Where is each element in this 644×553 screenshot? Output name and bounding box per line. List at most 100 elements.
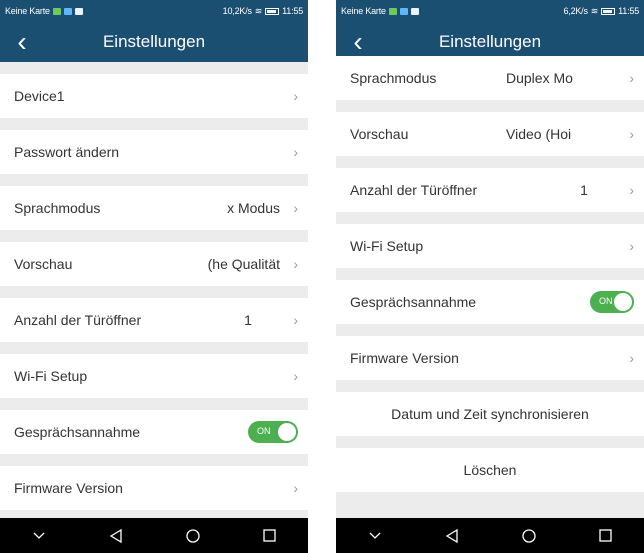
call-answer-toggle[interactable]: ON — [590, 291, 634, 313]
chevron-left-icon: ‹ — [353, 26, 363, 57]
wifi-setup-label: Wi-Fi Setup — [350, 238, 424, 254]
preview-value: he Qualität) — [207, 256, 280, 272]
door-opener-count-row[interactable]: Anzahl der Türöffner 1 › — [336, 168, 644, 212]
sync-datetime-label: Datum und Zeit synchronisieren — [391, 406, 589, 422]
door-opener-count-label: Anzahl der Türöffner — [14, 312, 142, 328]
battery-icon — [265, 7, 280, 15]
clock: 11:55 — [618, 6, 639, 16]
system-nav-bar — [336, 518, 644, 553]
call-answer-row: Gesprächsannahme ON — [336, 280, 644, 324]
app-icon — [63, 7, 72, 15]
call-answer-label: Gesprächsannahme — [350, 294, 477, 310]
firmware-version-label: Firmware Version — [350, 350, 459, 366]
nav-recents-button[interactable] — [255, 521, 285, 551]
door-opener-count-row[interactable]: Anzahl der Türöffner 1 › — [0, 298, 308, 342]
toggle-on-text: ON — [599, 296, 613, 306]
home-circle-icon — [521, 528, 536, 543]
status-bar: Keine Karte 6,2K/s ≋ 11:55 — [336, 0, 644, 22]
toggle-on-text: ON — [257, 426, 271, 436]
battery-icon — [601, 7, 616, 15]
chevron-right-icon: › — [629, 350, 634, 366]
firmware-version-row[interactable]: Firmware Version › — [0, 466, 308, 510]
chevron-right-icon: › — [629, 70, 634, 86]
toggle-knob — [614, 293, 632, 311]
preview-label: Vorschau — [350, 126, 409, 142]
hide-keyboard-icon — [33, 532, 44, 539]
settings-screen-left: Keine Karte 10,2K/s ≋ 11:55 ‹ Einstellun… — [0, 0, 308, 553]
page-title: Einstellungen — [102, 32, 206, 51]
preview-label: Vorschau — [14, 256, 73, 272]
preview-value: Video (Hoi — [506, 126, 572, 142]
voice-mode-label: Sprachmodus — [350, 70, 437, 86]
chevron-left-icon: ‹ — [17, 26, 27, 57]
system-nav-bar — [0, 518, 308, 553]
notification-icon — [388, 7, 397, 15]
wifi-icon: ≋ — [590, 5, 599, 16]
recents-square-icon — [599, 529, 612, 542]
change-password-label: Passwort ändern — [14, 144, 120, 160]
door-opener-count-label: Anzahl der Türöffner — [350, 182, 478, 198]
chevron-right-icon: › — [629, 238, 634, 254]
nav-back-button[interactable] — [101, 521, 131, 551]
toggle-knob — [278, 423, 296, 441]
call-answer-label: Gesprächsannahme — [14, 424, 141, 440]
voice-mode-label: Sprachmodus — [14, 200, 101, 216]
voice-mode-value: Duplex Mo — [506, 70, 573, 86]
network-speed: 6,2K/s — [563, 6, 588, 16]
back-triangle-icon — [445, 528, 458, 543]
nav-home-button[interactable] — [178, 521, 208, 551]
settings-list: Sprachmodus Duplex Mo › Vorschau Video (… — [336, 56, 644, 492]
nav-recents-button[interactable] — [591, 521, 621, 551]
firmware-version-row[interactable]: Firmware Version › — [336, 336, 644, 380]
image-icon — [410, 7, 419, 15]
hide-keyboard-button[interactable] — [24, 521, 54, 551]
voice-mode-value: x Modus — [227, 200, 280, 216]
chevron-right-icon: › — [293, 256, 298, 272]
network-speed: 10,2K/s — [222, 6, 252, 16]
delete-button[interactable]: Löschen — [336, 448, 644, 492]
carrier-text: Keine Karte — [341, 6, 386, 16]
chevron-right-icon: › — [293, 368, 298, 384]
call-answer-row: Gesprächsannahme ON — [0, 410, 308, 454]
app-bar: ‹ Einstellungen — [0, 22, 308, 62]
chevron-right-icon: › — [293, 200, 298, 216]
delete-label: Löschen — [463, 462, 517, 478]
chevron-right-icon: › — [293, 88, 298, 104]
page-title: Einstellungen — [438, 32, 542, 51]
back-button[interactable]: ‹ — [4, 22, 40, 62]
hide-keyboard-button[interactable] — [360, 521, 390, 551]
door-opener-count-value: 1 — [244, 312, 252, 328]
sync-datetime-button[interactable]: Datum und Zeit synchronisieren — [336, 392, 644, 436]
firmware-version-label: Firmware Version — [14, 480, 123, 496]
preview-row[interactable]: Vorschau Video (Hoi › — [336, 112, 644, 156]
door-opener-count-value: 1 — [580, 182, 588, 198]
hide-keyboard-icon — [369, 532, 380, 539]
wifi-icon: ≋ — [254, 5, 263, 16]
nav-back-button[interactable] — [437, 521, 467, 551]
preview-row[interactable]: Vorschau he Qualität) › — [0, 242, 308, 286]
change-password-row[interactable]: Passwort ändern › — [0, 130, 308, 174]
voice-mode-row[interactable]: Sprachmodus Duplex Mo › — [336, 56, 644, 100]
chevron-right-icon: › — [629, 182, 634, 198]
chevron-right-icon: › — [293, 144, 298, 160]
settings-list: Device1 › Passwort ändern › Sprachmodus … — [0, 74, 308, 510]
chevron-right-icon: › — [629, 126, 634, 142]
clock: 11:55 — [282, 6, 303, 16]
wifi-setup-row[interactable]: Wi-Fi Setup › — [0, 354, 308, 398]
settings-screen-right: Keine Karte 6,2K/s ≋ 11:55 ‹ Einstellung… — [336, 0, 644, 553]
call-answer-toggle[interactable]: ON — [248, 421, 298, 443]
home-circle-icon — [185, 528, 200, 543]
wifi-setup-label: Wi-Fi Setup — [14, 368, 88, 384]
nav-home-button[interactable] — [514, 521, 544, 551]
notification-icon — [52, 7, 61, 15]
status-bar: Keine Karte 10,2K/s ≋ 11:55 — [0, 0, 308, 22]
carrier-text: Keine Karte — [5, 6, 50, 16]
wifi-setup-row[interactable]: Wi-Fi Setup › — [336, 224, 644, 268]
device-name-label: Device1 — [14, 88, 65, 104]
image-icon — [74, 7, 83, 15]
voice-mode-row[interactable]: Sprachmodus x Modus › — [0, 186, 308, 230]
app-icon — [399, 7, 408, 15]
recents-square-icon — [263, 529, 276, 542]
device-name-row[interactable]: Device1 › — [0, 74, 308, 118]
back-triangle-icon — [109, 528, 122, 543]
